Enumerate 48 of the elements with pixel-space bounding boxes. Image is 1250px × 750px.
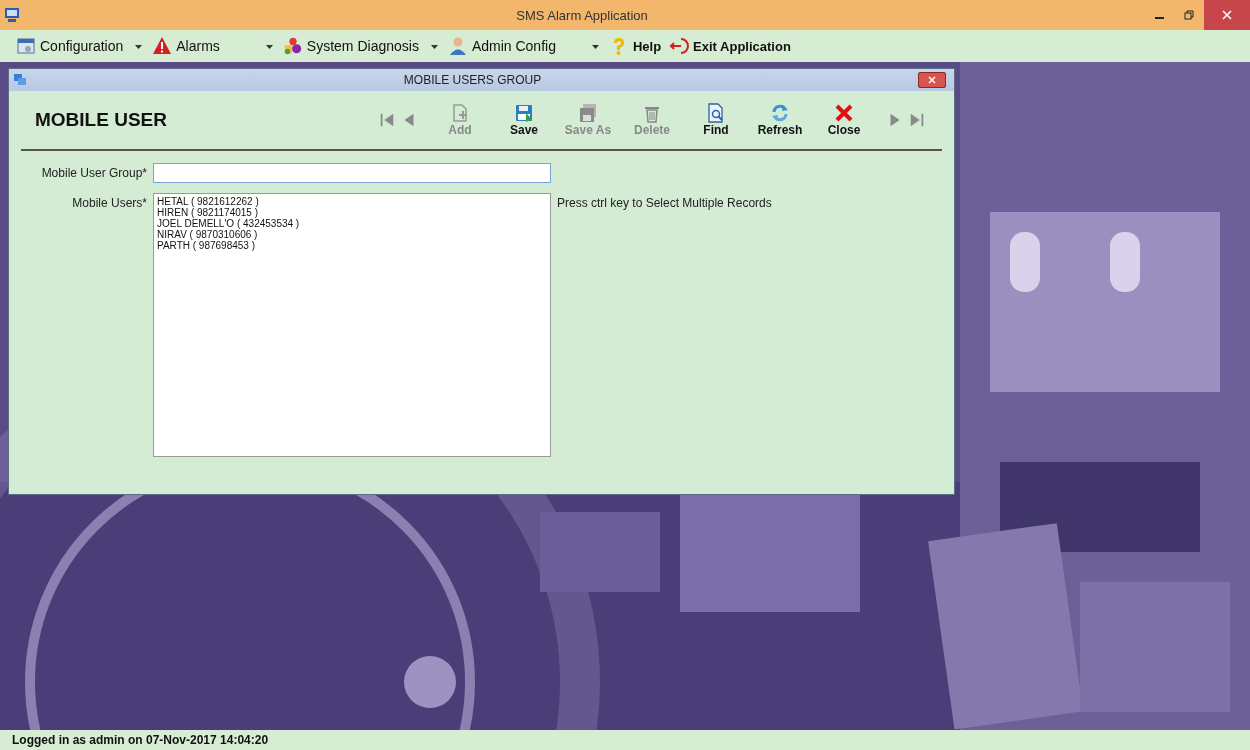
form-heading: MOBILE USER — [35, 109, 168, 131]
menu-item[interactable]: Alarms — [150, 34, 222, 58]
shapes-icon — [282, 36, 303, 56]
minimize-icon — [1154, 17, 1164, 19]
input-field[interactable] — [153, 163, 551, 183]
user-icon — [447, 36, 468, 56]
toolbar-button[interactable]: Refresh — [748, 103, 812, 137]
toolbar-button[interactable]: Close — [812, 103, 876, 137]
exit-icon — [669, 36, 690, 56]
menu-item[interactable]: Configuration — [14, 34, 126, 58]
dropdown-caret-icon[interactable] — [265, 42, 273, 50]
list-box[interactable]: HETAL ( 9821612262 ) HIREN ( 9821174015 ) JOEL DEMELL'O ( 432453534 ) NIRAV ( 9870310606 ) PARTH ( 987698453 ) — [153, 193, 551, 457]
field-label: Mobile User Group* — [40, 165, 147, 180]
hint-text: Press ctrl key to Select Multiple Records — [557, 195, 773, 210]
list-item[interactable]: JOEL DEMELL'O ( 432453534 ) — [157, 218, 547, 229]
first-record-icon[interactable] — [378, 111, 396, 129]
menu-item[interactable]: Exit Application — [667, 34, 793, 58]
toolbar-button[interactable]: Save — [492, 103, 556, 137]
window-title: SMS Alarm Application — [515, 7, 649, 23]
add-file-icon — [450, 103, 470, 123]
save-icon — [578, 103, 598, 123]
windows-icon — [13, 73, 27, 87]
list-item[interactable]: PARTH ( 987698453 ) — [157, 240, 547, 251]
last-record-icon[interactable] — [908, 111, 926, 129]
search-icon — [706, 103, 726, 123]
status-text: Logged in as admin on 07-Nov-2017 14:04:20 — [0, 730, 1250, 750]
close-icon — [834, 103, 854, 123]
dropdown-caret-icon[interactable] — [135, 42, 143, 50]
close-button[interactable] — [918, 72, 946, 88]
window-icon — [16, 36, 36, 56]
restore-icon — [1184, 10, 1194, 20]
close-icon — [928, 76, 936, 84]
app-icon — [4, 7, 20, 23]
save-icon — [514, 103, 534, 123]
refresh-icon — [770, 103, 790, 123]
dialog-title: MOBILE USERS GROUP — [402, 73, 543, 87]
toolbar-button[interactable]: Find — [684, 103, 748, 137]
list-item[interactable]: HIREN ( 9821174015 ) — [157, 207, 547, 218]
list-item[interactable]: HETAL ( 9821612262 ) — [157, 196, 547, 207]
field-label: Mobile Users* — [71, 195, 147, 210]
menu-item[interactable]: Help — [606, 34, 664, 58]
close-icon — [1222, 10, 1232, 20]
dropdown-caret-icon[interactable] — [591, 42, 599, 50]
list-item[interactable]: NIRAV ( 9870310606 ) — [157, 229, 547, 240]
menu-item[interactable]: Admin Config — [445, 34, 558, 58]
dropdown-caret-icon[interactable] — [430, 42, 438, 50]
warning-icon — [152, 36, 173, 56]
menu-item[interactable]: System Diagnosis — [280, 34, 421, 58]
